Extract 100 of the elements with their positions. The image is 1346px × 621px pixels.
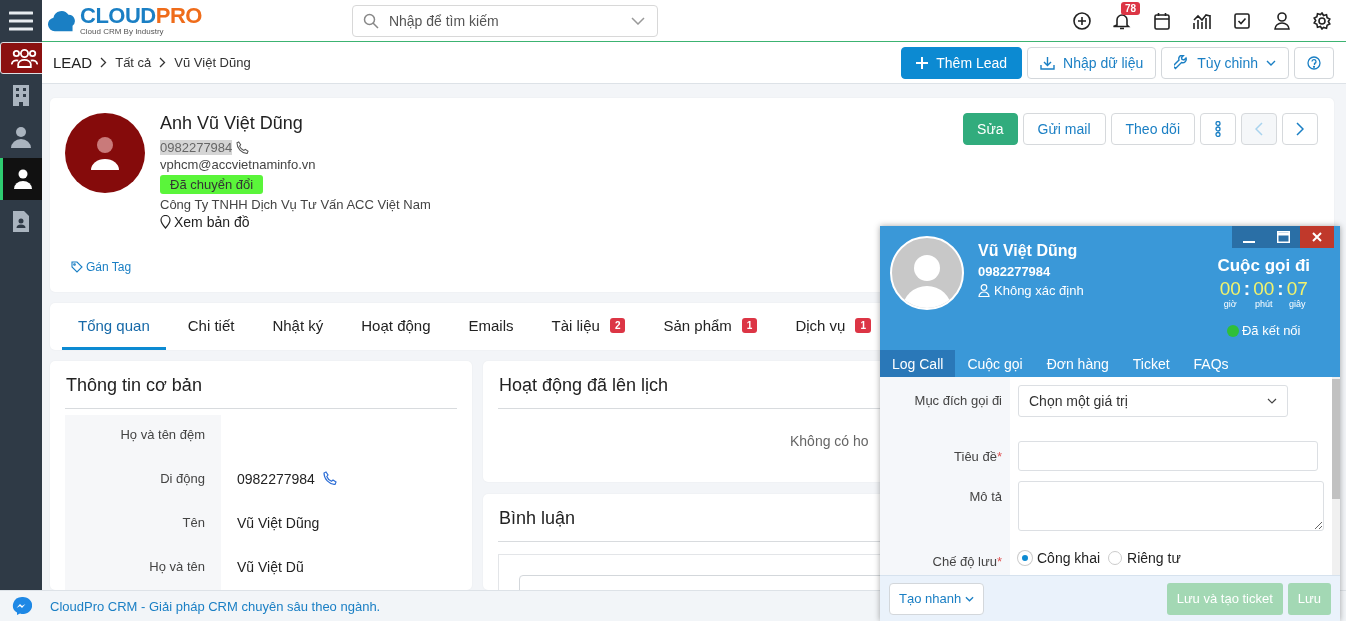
phone-icon xyxy=(322,471,337,485)
minimize-button[interactable] xyxy=(1232,226,1266,248)
person-icon xyxy=(12,169,33,189)
quick-create-button[interactable]: Tạo nhanh xyxy=(889,582,985,615)
field-label: Họ và tên xyxy=(65,547,221,590)
notification-badge: 78 xyxy=(1121,1,1141,15)
radio-button[interactable] xyxy=(1108,551,1123,565)
field-value: 0982277984 xyxy=(237,471,315,487)
field-label: Mục đích gọi đi xyxy=(914,393,1002,408)
notifications-button[interactable]: 78 xyxy=(1104,2,1140,39)
timer-separator: : xyxy=(1243,279,1251,299)
caller-phone: 0982277984 xyxy=(978,264,1052,279)
action-button[interactable]: Theo dõi xyxy=(1110,113,1195,145)
assign-tag-link[interactable]: Gán Tag xyxy=(71,260,132,274)
status-badge: Đã chuyển đổi xyxy=(160,175,264,194)
user-icon xyxy=(1274,11,1290,30)
tab[interactable]: Nhật ký xyxy=(256,303,340,350)
chevron-right-icon xyxy=(1296,122,1304,136)
person-icon xyxy=(978,284,990,297)
lead-name: Anh Vũ Việt Dũng xyxy=(160,113,303,134)
tab[interactable]: Log Call xyxy=(880,350,956,377)
help-button[interactable] xyxy=(1294,46,1334,79)
more-button[interactable] xyxy=(1200,113,1236,145)
field-value: Vũ Việt Dũng xyxy=(237,515,320,531)
import-button[interactable]: Nhập dữ liệu xyxy=(1027,46,1157,79)
timer-value: 00 xyxy=(1219,279,1241,299)
scrollbar[interactable] xyxy=(1332,377,1340,575)
breadcrumb-link[interactable]: Tất cả xyxy=(115,55,152,70)
connection-status: Đã kết nối xyxy=(1241,323,1301,338)
map-pin-icon xyxy=(160,215,171,229)
radio-option[interactable]: Công khai xyxy=(1018,550,1101,566)
select-field[interactable]: Chọn một giá trị xyxy=(1018,385,1288,417)
chat-icon xyxy=(12,596,32,616)
download-icon xyxy=(1040,55,1056,70)
chevron-right-icon xyxy=(100,57,108,68)
timer-value: 00 xyxy=(1253,279,1275,299)
tab[interactable]: Dịch vụ 1 xyxy=(779,303,887,350)
search-icon xyxy=(362,12,379,29)
phone-number: 0982277984 xyxy=(160,140,233,155)
owner-text: Không xác định xyxy=(994,283,1084,298)
document-icon xyxy=(12,210,30,232)
field-label: Tên xyxy=(65,503,221,547)
people-icon xyxy=(11,47,38,69)
chart-icon xyxy=(1192,11,1212,30)
field-label: Tiêu đề* xyxy=(954,449,1002,464)
radio-option[interactable]: Riêng tư xyxy=(1108,550,1181,566)
timer-unit: giây xyxy=(1288,299,1306,309)
tab[interactable]: Tài liệu 2 xyxy=(535,303,642,350)
search-field[interactable]: Nhập để tìm kiếm xyxy=(351,4,658,37)
wrench-icon xyxy=(1174,55,1190,70)
close-icon xyxy=(1312,232,1322,242)
sidebar-item[interactable] xyxy=(0,158,42,200)
footer-text: CloudPro CRM - Giải pháp CRM chuyên sâu theo ngành. xyxy=(50,598,381,614)
more-icon xyxy=(1215,121,1221,137)
action-button[interactable]: Gửi mail xyxy=(1022,113,1106,145)
bell-icon xyxy=(1113,11,1131,30)
company-name: Công Ty TNHH Dịch Vụ Tư Vấn ACC Việt Nam xyxy=(160,197,431,212)
timer-separator: : xyxy=(1277,279,1284,299)
email-address: vphcm@accvietnaminfo.vn xyxy=(160,157,316,172)
help-icon xyxy=(1307,55,1321,70)
maximize-button[interactable] xyxy=(1266,226,1300,248)
timer-unit: phút xyxy=(1254,299,1273,309)
tab[interactable]: Chi tiết xyxy=(171,303,251,350)
tab[interactable]: Tổng quan xyxy=(62,303,166,350)
logo[interactable]: CLOUDPRO Cloud CRM By Industry xyxy=(48,5,202,36)
timer-value: 07 xyxy=(1286,279,1308,299)
contacts-icon xyxy=(10,126,32,148)
settings-icon xyxy=(1313,11,1331,30)
empty-message: Không có ho xyxy=(789,432,870,449)
tab[interactable]: Hoạt động xyxy=(345,303,447,350)
breadcrumb-link[interactable]: Vũ Việt Dũng xyxy=(174,55,251,70)
add-lead-button[interactable]: Thêm Lead xyxy=(901,46,1023,79)
field-label: Chế độ lưu* xyxy=(932,554,1002,569)
field-label: Di động xyxy=(65,459,221,503)
chevron-down-icon xyxy=(630,16,645,25)
plus-circle-icon xyxy=(1073,11,1091,30)
breadcrumb-link[interactable]: LEAD xyxy=(53,54,93,71)
tab[interactable]: Sản phẩm 1 xyxy=(647,303,774,350)
minimize-icon xyxy=(1243,240,1255,243)
map-link[interactable]: Xem bản đồ xyxy=(160,214,250,230)
customize-button[interactable]: Tùy chỉnh xyxy=(1161,46,1289,79)
close-button[interactable] xyxy=(1300,226,1334,248)
maximize-icon xyxy=(1276,231,1290,243)
field-value: Vũ Việt Dũ xyxy=(237,559,304,575)
chevron-down-icon xyxy=(965,595,975,602)
calendar-icon xyxy=(1154,11,1170,30)
call-direction: Cuộc gọi đi xyxy=(1217,256,1310,276)
field-label: Họ và tên đệm xyxy=(65,415,221,459)
caller-name: Vũ Việt Dũng xyxy=(978,242,1079,260)
plus-icon xyxy=(916,56,929,69)
chevron-left-icon xyxy=(1255,122,1263,136)
chevron-right-icon xyxy=(159,57,167,68)
checkbox-icon xyxy=(1234,12,1250,29)
phone-icon xyxy=(236,141,250,154)
timer-unit: giờ xyxy=(1223,299,1237,309)
tab[interactable]: Emails xyxy=(452,303,530,350)
chevron-down-icon xyxy=(1267,398,1277,404)
input-field[interactable] xyxy=(1018,441,1318,471)
menu-icon xyxy=(9,11,33,31)
card-title: Thông tin cơ bản xyxy=(65,361,457,409)
